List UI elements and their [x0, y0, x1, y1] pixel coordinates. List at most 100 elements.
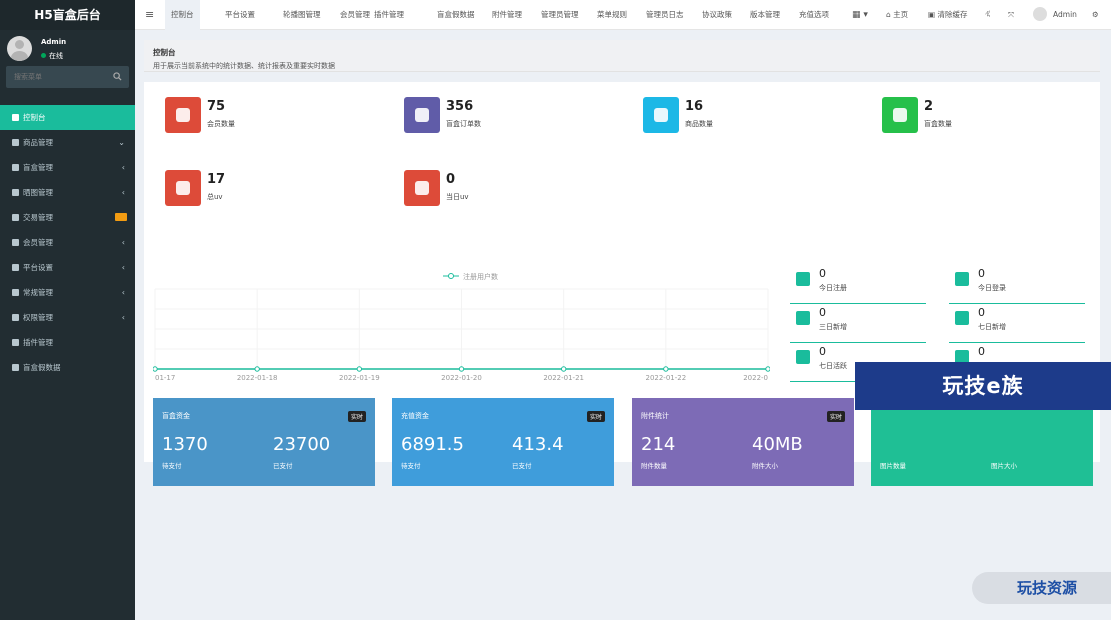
mini-stat-value: 0 — [819, 306, 826, 319]
sidebar-item-label: 控制台 — [23, 113, 46, 122]
top-tab[interactable]: 轮播图管理 — [283, 0, 321, 30]
status-text: 在线 — [49, 52, 63, 60]
summary-card: 附件统计 实时 214 40MB 附件数量 附件大小 — [632, 398, 854, 486]
user-name: Admin — [41, 38, 67, 46]
data-point — [560, 366, 567, 372]
top-tab[interactable]: 会员管理 — [340, 0, 370, 30]
search-icon[interactable] — [113, 72, 122, 81]
grid-dropdown-icon[interactable]: ▦ ▾ — [852, 0, 868, 30]
app-title[interactable]: H5盲盒后台 — [0, 0, 135, 30]
card-sub-label: 已支付 — [273, 462, 293, 470]
stat-glyph-icon — [176, 108, 190, 122]
sidebar-item-label: 交易管理 — [23, 213, 53, 222]
menu-item-icon — [12, 314, 19, 321]
top-tab[interactable]: 充值选项 — [799, 0, 829, 30]
top-tab[interactable]: 附件管理 — [492, 0, 522, 30]
menu-item-icon — [12, 264, 19, 271]
fullscreen-icon[interactable]: ⤧ — [1008, 0, 1014, 30]
summary-card: 图片数量 图片大小 — [871, 398, 1093, 486]
stat-box: 0 当日uv — [404, 170, 604, 210]
home-link[interactable]: ⌂ 主页 — [886, 0, 908, 30]
sidebar-item[interactable]: 会员管理 ‹ — [0, 230, 135, 255]
sidebar-item[interactable]: 盲盒假数据 — [0, 355, 135, 380]
sidebar-item[interactable]: 权限管理 ‹ — [0, 305, 135, 330]
chevron-icon: ‹ — [121, 238, 125, 247]
mini-stat-value: 0 — [978, 345, 985, 358]
chevron-icon: ‹ — [121, 263, 125, 272]
new-badge — [115, 213, 127, 221]
sidebar-menu: 控制台 商品管理 ⌄ 盲盒管理 ‹ 晒图管理 ‹ 交易管理 会员管理 ‹ 平台设置 ‹ 常规管理 ‹ 权限管… — [0, 105, 135, 380]
home-label: 主页 — [893, 10, 909, 19]
card-sub-label: 附件大小 — [752, 462, 778, 470]
menu-item-icon — [12, 164, 19, 171]
sidebar-item-label: 插件管理 — [23, 338, 53, 347]
chevron-icon: ‹ — [121, 163, 125, 172]
sidebar-item[interactable]: 交易管理 — [0, 205, 135, 230]
legend-label[interactable]: 注册用户数 — [463, 272, 498, 281]
sidebar-item[interactable]: 控制台 — [0, 105, 135, 130]
mini-stat-label: 七日新增 — [978, 323, 1006, 331]
stat-glyph-icon — [415, 108, 429, 122]
x-tick-label: 2022-01-19 — [339, 374, 380, 382]
sidebar-item[interactable]: 插件管理 — [0, 330, 135, 355]
search-input[interactable] — [6, 66, 129, 88]
data-point — [356, 366, 363, 372]
page-title: 控制台 — [153, 48, 176, 57]
stat-label: 盲盒订单数 — [446, 120, 481, 128]
chevron-icon: ‹ — [121, 188, 125, 197]
stat-icon — [165, 170, 201, 206]
mini-stat-icon — [796, 350, 810, 364]
sidebar-item-label: 平台设置 — [23, 263, 53, 272]
menu-item-icon — [12, 364, 19, 371]
stat-glyph-icon — [654, 108, 668, 122]
stat-icon — [165, 97, 201, 133]
sidebar-item[interactable]: 商品管理 ⌄ — [0, 130, 135, 155]
settings-icon[interactable]: ⚙ — [1092, 0, 1099, 30]
data-point — [153, 366, 158, 372]
x-tick-label: 2022-01-22 — [645, 374, 686, 382]
menu-item-icon — [12, 289, 19, 296]
sidebar-item[interactable]: 晒图管理 ‹ — [0, 180, 135, 205]
top-tab[interactable]: 控制台 — [165, 0, 200, 30]
sidebar-item[interactable]: 盲盒管理 ‹ — [0, 155, 135, 180]
stat-value: 75 — [207, 99, 226, 114]
sidebar-item[interactable]: 常规管理 ‹ — [0, 280, 135, 305]
top-tab[interactable]: 管理员管理 — [541, 0, 579, 30]
top-tab[interactable]: 协议政策 — [702, 0, 732, 30]
top-tab[interactable]: 版本管理 — [750, 0, 780, 30]
user-avatar — [1033, 7, 1047, 21]
chevron-icon: ⌄ — [118, 138, 125, 147]
top-tab[interactable]: 平台设置 — [225, 0, 255, 30]
sidebar-item-label: 权限管理 — [23, 313, 53, 322]
data-point — [254, 366, 260, 372]
chevron-icon: ‹ — [121, 313, 125, 322]
top-tab[interactable]: 管理员日志 — [646, 0, 684, 30]
menu-item-icon — [12, 214, 19, 221]
stat-glyph-icon — [893, 108, 907, 122]
sidebar: H5盲盒后台 Admin 在线 控制台商品管理 ⌄ 盲盒管理 ‹ 晒图管理 ‹ 交易管理会员… — [0, 0, 135, 620]
clear-cache-button[interactable]: ▣ 清除缓存 — [928, 0, 967, 30]
card-sub-label: 已支付 — [512, 462, 532, 470]
mini-stat-label: 今日登录 — [978, 284, 1006, 292]
top-tab[interactable]: 菜单规则 — [597, 0, 627, 30]
top-tab[interactable]: 插件管理 — [374, 0, 404, 30]
clear-cache-label: 清除缓存 — [937, 10, 968, 19]
page-subtitle: 用于展示当前系统中的统计数据、统计报表及重要实时数据 — [153, 62, 335, 70]
watermark-banner: 玩技e族 — [855, 362, 1111, 410]
stat-icon — [404, 97, 440, 133]
stat-value: 0 — [446, 172, 456, 187]
stat-label: 当日uv — [446, 193, 469, 201]
chevron-icon: ‹ — [121, 288, 125, 297]
data-point — [458, 366, 465, 372]
stat-glyph-icon — [176, 181, 190, 195]
mini-stat-label: 今日注册 — [819, 284, 847, 292]
language-icon[interactable]: ꂁ — [985, 0, 991, 30]
menu-toggle-icon[interactable]: ≡ — [145, 0, 154, 30]
sidebar-item[interactable]: 平台设置 ‹ — [0, 255, 135, 280]
legend-marker — [448, 273, 454, 279]
realtime-badge: 实时 — [586, 411, 605, 422]
card-sub-label: 待支付 — [162, 462, 182, 470]
user-menu[interactable]: Admin — [1033, 0, 1077, 30]
top-tab[interactable]: 盲盒假数据 — [437, 0, 475, 30]
summary-card: 充值资金 实时 6891.5 413.4 待支付 已支付 — [392, 398, 614, 486]
